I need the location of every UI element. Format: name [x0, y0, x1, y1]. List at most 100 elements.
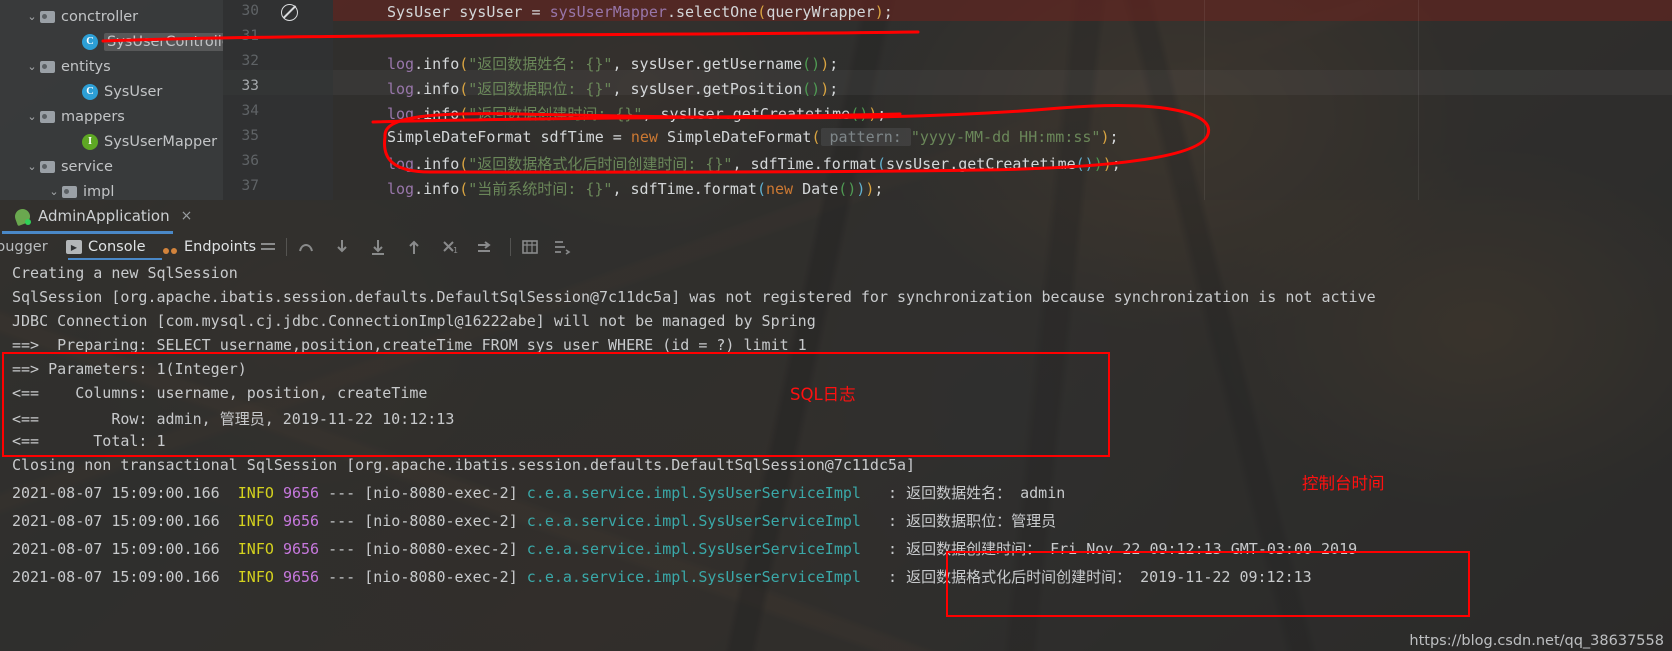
run-tool-window: AdminApplication × bugger Console Endpoint… — [0, 200, 1672, 651]
code-line[interactable]: log.info("返回数据格式化后时间创建时间: {}", sdfTime.f… — [387, 153, 1121, 174]
code-token: () — [850, 105, 869, 123]
ide-window: ⌄ conctroller C SysUserControlle ⌄ entitys C Sy… — [0, 0, 1672, 651]
close-icon[interactable]: × — [181, 208, 193, 224]
console-time-annotation-label: 控制台时间 — [1302, 474, 1385, 493]
code-token: "yyyy-MM-dd HH:mm:ss" — [910, 128, 1101, 146]
editor-code-area[interactable]: SysUser sysUser = sysUserMapper.selectOn… — [333, 0, 1672, 200]
code-line[interactable]: log.info("返回数据职位: {}", sysUser.getPositi… — [387, 78, 838, 99]
code-token: ( — [459, 155, 469, 173]
editor-gutter[interactable]: 30 31 32 33 34 35 36 37 — [223, 0, 333, 200]
tree-item-label: mappers — [61, 108, 125, 125]
tree-item-mappers[interactable]: ⌄ mappers — [24, 104, 125, 129]
tool-tab-bugger[interactable]: bugger — [0, 234, 48, 260]
chevron-down-icon[interactable]: ⌄ — [24, 160, 40, 173]
code-token: () — [802, 55, 821, 73]
code-line[interactable]: log.info("返回数据创建时间: {}", sysUser.getCrea… — [387, 103, 886, 124]
tool-tab-label: Endpoints — [184, 239, 257, 255]
code-token: "返回数据姓名: {}" — [468, 55, 613, 73]
tree-item-conctroller[interactable]: ⌄ conctroller — [24, 4, 138, 29]
project-tree-panel[interactable]: ⌄ conctroller C SysUserControlle ⌄ entitys C Sy… — [0, 0, 223, 200]
tree-item-sysusercontrolle[interactable]: C SysUserControlle — [66, 29, 223, 54]
toolbar-separator — [286, 238, 287, 256]
tree-item-label: entitys — [61, 58, 111, 75]
run-tab-adminapplication[interactable]: AdminApplication × — [8, 202, 198, 230]
console-segment: INFO — [237, 512, 274, 530]
code-token: ) — [1102, 155, 1112, 173]
step-up-icon[interactable] — [404, 237, 424, 257]
code-token: ) — [1093, 155, 1103, 173]
code-token: log — [387, 155, 415, 173]
console-segment: --- [nio-8080-exec-2] — [319, 568, 527, 586]
code-token: "返回数据格式化后时间创建时间: {}" — [468, 155, 733, 173]
folder-icon — [40, 60, 55, 73]
console-segment: 9656 — [282, 540, 320, 558]
console-segment: c.e.a.service.impl.SysUserServiceImpl — [526, 484, 861, 502]
line-number: 33 — [241, 78, 259, 94]
console-segment: Creating a new SqlSession — [12, 264, 238, 282]
code-token: .info — [414, 155, 460, 173]
code-line[interactable]: SysUser sysUser = sysUserMapper.selectOn… — [387, 3, 893, 21]
console-segment: 2021-08-07 15:09:00.166 — [12, 568, 238, 586]
code-token: ; — [877, 105, 887, 123]
console-segment: INFO — [237, 540, 274, 558]
folder-icon — [40, 110, 55, 123]
code-token: ; — [829, 55, 839, 73]
tree-item-service[interactable]: ⌄ service — [24, 154, 113, 179]
tool-tab-endpoints[interactable]: Endpoints — [162, 234, 256, 260]
console-output[interactable]: Creating a new SqlSession SqlSession [org… — [0, 260, 1672, 651]
watermark: https://blog.csdn.net/qq_38637558 — [1409, 633, 1664, 649]
line-number: 34 — [241, 103, 259, 119]
console-segment: ==> Preparing: SELECT username,position,… — [12, 336, 807, 354]
code-token: .info — [414, 180, 460, 198]
line-number: 31 — [241, 28, 259, 44]
tree-item-label: SysUser — [104, 83, 163, 100]
code-token: .selectOne — [666, 3, 758, 21]
tree-item-label: service — [61, 158, 113, 175]
code-token: ; — [874, 180, 884, 198]
code-token: ; — [829, 80, 839, 98]
console-segment: <== Columns: username, position, createT… — [12, 384, 428, 402]
no-entry-icon[interactable] — [281, 4, 298, 21]
step-down-icon[interactable] — [332, 237, 352, 257]
tool-tab-console[interactable]: Console — [66, 234, 146, 260]
tree-item-label: SysUserControlle — [104, 32, 223, 51]
code-token: ) — [1100, 128, 1110, 146]
code-token: ) — [820, 80, 830, 98]
code-token: "当前系统时间: {}" — [468, 180, 613, 198]
tree-item-sysuser[interactable]: C SysUser — [66, 79, 162, 104]
code-token: sysUserMapper — [549, 3, 667, 21]
chevron-down-icon[interactable]: ⌄ — [24, 10, 40, 23]
step-over-icon[interactable] — [296, 237, 316, 257]
soft-wrap-icon[interactable] — [258, 237, 278, 257]
console-line: <== Columns: username, position, createT… — [12, 384, 427, 402]
cut-line-icon[interactable]: 1 — [440, 237, 460, 257]
class-icon: C — [82, 33, 98, 50]
tool-tab-label: bugger — [0, 239, 48, 255]
code-line[interactable]: SimpleDateFormat sdfTime = new SimpleDat… — [387, 128, 1119, 146]
code-line[interactable]: log.info("当前系统时间: {}", sdfTime.format(ne… — [387, 178, 883, 199]
chevron-down-icon[interactable]: ⌄ — [24, 60, 40, 73]
tree-item-label: SysUserMapper — [104, 133, 218, 150]
console-segment: c.e.a.service.impl.SysUserServiceImpl — [526, 568, 861, 586]
scroll-to-end-icon[interactable] — [474, 237, 494, 257]
console-segment: 2021-08-07 15:09:00.166 — [12, 512, 238, 530]
svg-text:1: 1 — [453, 246, 458, 255]
code-token: , sysUser.getPosition — [612, 80, 803, 98]
chevron-down-icon[interactable]: ⌄ — [46, 185, 62, 198]
tree-item-impl[interactable]: ⌄ impl — [46, 179, 114, 200]
console-line: 2021-08-07 15:09:00.166 INFO 9656 --- [n… — [12, 482, 1065, 503]
console-segment — [274, 512, 283, 530]
code-line[interactable]: log.info("返回数据姓名: {}", sysUser.getUserna… — [387, 53, 838, 74]
console-segment: <== Row: admin, 管理员, 2019-11-22 10:12:13 — [12, 410, 455, 428]
tree-item-sysusermapper[interactable]: I SysUserMapper — [66, 129, 217, 154]
code-token: SimpleDateFormat sdfTime = — [387, 128, 631, 146]
print-icon[interactable] — [520, 237, 540, 257]
code-token: ( — [459, 105, 469, 123]
tree-item-entitys[interactable]: ⌄ entitys — [24, 54, 111, 79]
tree-item-label: impl — [83, 183, 115, 200]
soft-wrap-toggle-icon[interactable] — [552, 237, 572, 257]
force-step-down-icon[interactable] — [368, 237, 388, 257]
console-line: 2021-08-07 15:09:00.166 INFO 9656 --- [n… — [12, 510, 1056, 531]
chevron-down-icon[interactable]: ⌄ — [24, 110, 40, 123]
console-line: Creating a new SqlSession — [12, 264, 238, 282]
